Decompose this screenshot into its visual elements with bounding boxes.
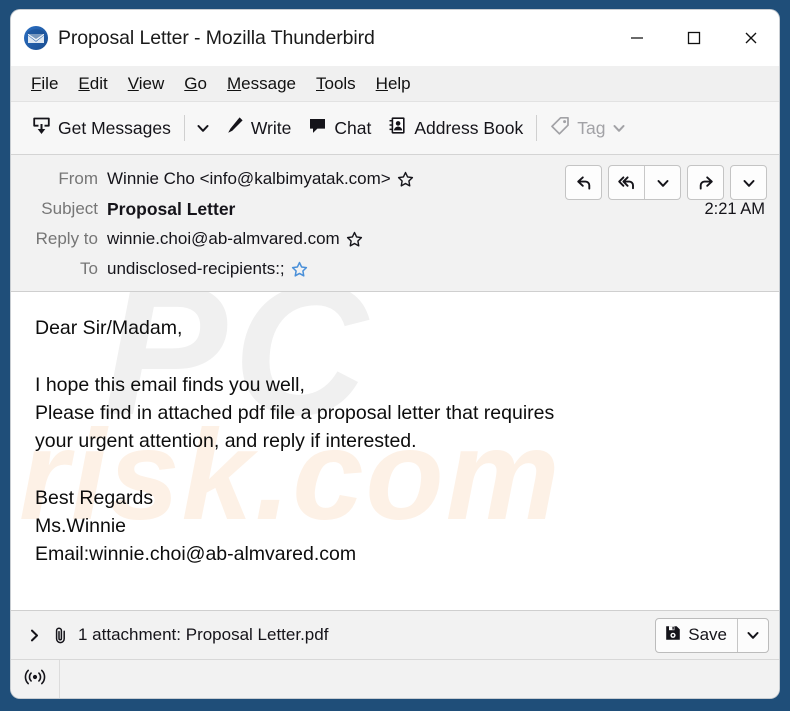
tag-icon <box>550 115 571 141</box>
menu-file-rest: ile <box>41 73 59 93</box>
close-button[interactable] <box>722 10 779 66</box>
to-star-icon[interactable] <box>291 261 308 278</box>
forward-button[interactable] <box>688 166 723 199</box>
save-label: Save <box>688 625 727 644</box>
thunderbird-logo-icon <box>23 25 49 51</box>
menu-file-accel: F <box>31 73 42 93</box>
tag-label: Tag <box>577 117 606 138</box>
reply-button[interactable] <box>566 166 601 199</box>
menu-view-accel: V <box>127 73 139 93</box>
title-bar: Proposal Letter - Mozilla Thunderbird <box>11 10 779 66</box>
menu-edit-rest: dit <box>89 73 108 93</box>
address-book-icon <box>387 115 408 141</box>
to-row: To undisclosed-recipients:; <box>11 255 779 283</box>
attachment-summary: 1 attachment: Proposal Letter.pdf <box>78 625 329 644</box>
menu-edit-accel: E <box>78 73 90 93</box>
offline-status-button[interactable] <box>11 660 60 698</box>
tag-button[interactable]: Tag <box>542 109 634 147</box>
attachment-expand-toggle[interactable] <box>23 628 45 643</box>
pencil-icon <box>224 115 245 141</box>
reply-to-label: Reply to <box>35 229 98 248</box>
save-dropdown[interactable] <box>737 618 768 652</box>
from-value-wrap: Winnie Cho <info@kalbimyatak.com> <box>107 169 414 189</box>
message-body-pane: PC risk.com Dear Sir/Madam, I hope this … <box>11 292 779 610</box>
menu-go-accel: G <box>184 73 198 93</box>
minimize-button[interactable] <box>608 10 665 66</box>
attachment-save-group: Save <box>655 617 769 653</box>
menu-item-edit[interactable]: Edit <box>68 72 117 96</box>
window-title: Proposal Letter - Mozilla Thunderbird <box>58 26 375 49</box>
subject-value: Proposal Letter <box>107 198 236 219</box>
menu-item-go[interactable]: Go <box>174 72 217 96</box>
menu-tools-rest: ools <box>324 73 356 93</box>
toolbar-separator-2 <box>536 115 538 141</box>
thunderbird-window: Proposal Letter - Mozilla Thunderbird Fi… <box>11 10 779 698</box>
save-disk-icon <box>664 624 682 647</box>
status-bar <box>11 659 779 698</box>
menu-message-rest: essage <box>241 73 296 93</box>
message-action-buttons <box>565 165 767 200</box>
paperclip-icon <box>51 626 70 645</box>
reply-to-star-icon[interactable] <box>346 231 363 248</box>
chat-label: Chat <box>334 117 372 138</box>
tag-dropdown-icon[interactable] <box>612 121 626 135</box>
get-messages-dropdown[interactable] <box>190 109 216 147</box>
to-value[interactable]: undisclosed-recipients:; <box>107 259 285 279</box>
chat-bubble-icon <box>307 115 328 141</box>
save-attachment-button[interactable]: Save <box>656 619 737 652</box>
reply-all-dropdown[interactable] <box>645 166 680 199</box>
menu-message-accel: M <box>226 73 242 93</box>
maximize-button[interactable] <box>665 10 722 66</box>
address-book-button[interactable]: Address Book <box>379 109 531 147</box>
forward-segment <box>687 165 724 200</box>
get-messages-button[interactable]: Get Messages <box>23 109 179 147</box>
reply-to-row: Reply to winnie.choi@ab-almvared.com <box>11 225 779 253</box>
to-value-wrap: undisclosed-recipients:; <box>107 259 308 279</box>
get-messages-icon <box>31 115 52 141</box>
address-book-label: Address Book <box>414 117 524 138</box>
menu-item-tools[interactable]: Tools <box>306 72 366 96</box>
more-actions-dropdown[interactable] <box>731 166 766 199</box>
subject-label: Subject <box>41 199 98 218</box>
toolbar-separator-1 <box>183 115 185 141</box>
menu-help-rest: elp <box>387 73 411 93</box>
menu-go-rest: o <box>197 73 207 93</box>
from-label: From <box>58 169 98 188</box>
message-header-pane: From Winnie Cho <info@kalbimyatak.com> S… <box>11 155 779 292</box>
chat-button[interactable]: Chat <box>299 109 379 147</box>
menu-item-file[interactable]: File <box>21 72 68 96</box>
to-label: To <box>80 259 98 278</box>
message-time: 2:21 AM <box>704 199 765 218</box>
menu-item-help[interactable]: Help <box>366 72 421 96</box>
reply-to-value[interactable]: winnie.choi@ab-almvared.com <box>107 229 340 249</box>
menu-item-message[interactable]: Message <box>217 72 306 96</box>
main-toolbar: Get Messages Write Chat Address Book Tag <box>11 102 779 155</box>
from-star-icon[interactable] <box>397 171 414 188</box>
write-label: Write <box>250 117 292 138</box>
reply-segment <box>565 165 602 200</box>
menu-help-accel: H <box>375 73 388 93</box>
menu-item-view[interactable]: View <box>118 72 175 96</box>
menu-bar: File Edit View Go Message Tools Help <box>11 66 779 102</box>
reply-all-segment <box>608 165 681 200</box>
get-messages-label: Get Messages <box>58 117 171 138</box>
window-controls <box>608 10 779 66</box>
from-value[interactable]: Winnie Cho <info@kalbimyatak.com> <box>107 169 391 189</box>
more-actions-segment <box>730 165 767 200</box>
reply-all-button[interactable] <box>609 166 644 199</box>
message-body-text: Dear Sir/Madam, I hope this email finds … <box>35 317 555 566</box>
write-button[interactable]: Write <box>216 109 300 147</box>
attachment-bar: 1 attachment: Proposal Letter.pdf Save <box>11 610 779 659</box>
reply-to-value-wrap: winnie.choi@ab-almvared.com <box>107 229 363 249</box>
menu-view-rest: iew <box>138 73 165 93</box>
broadcast-icon <box>24 668 46 691</box>
